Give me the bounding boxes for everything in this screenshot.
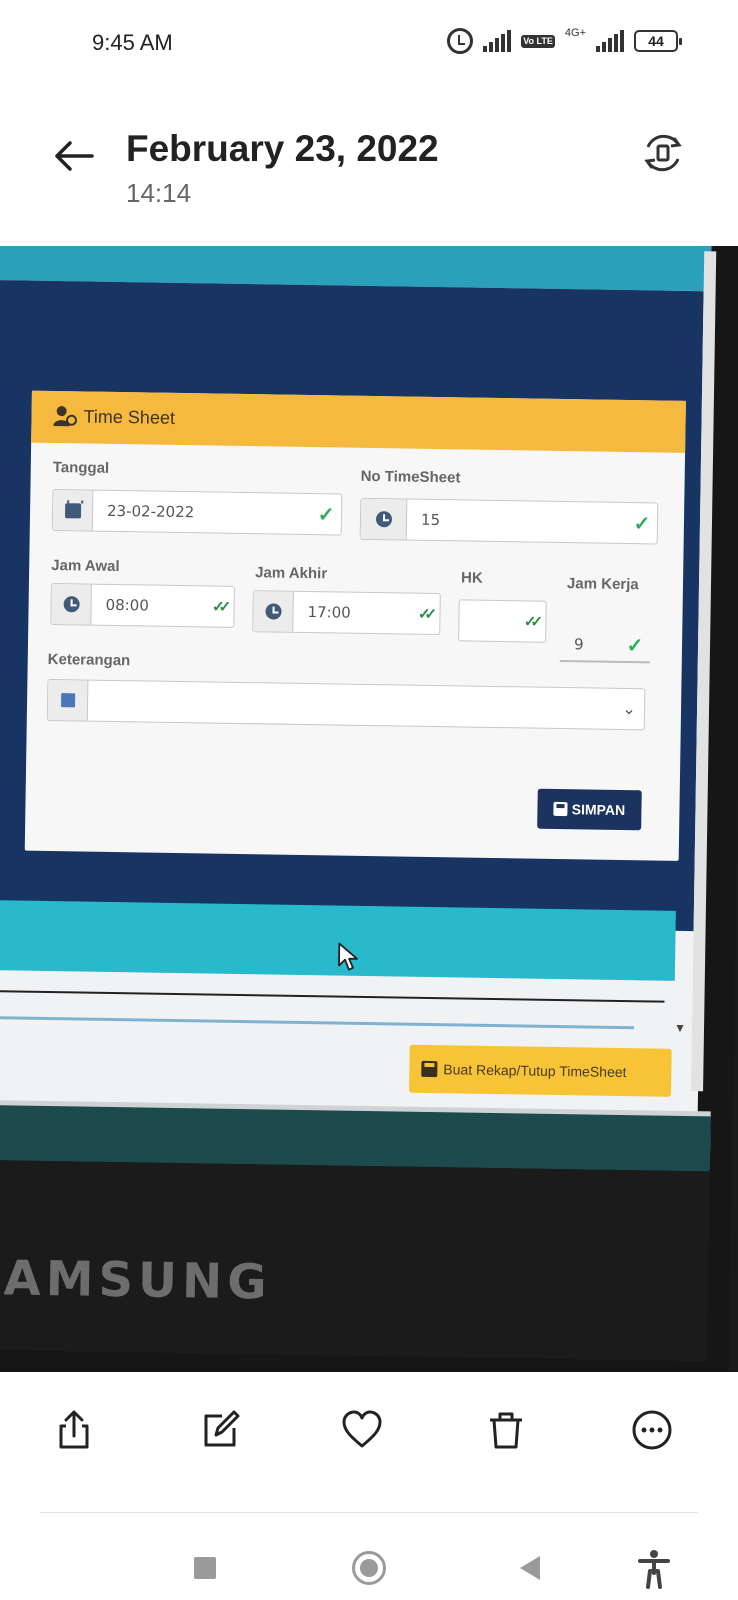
no-timesheet-value: 15: [420, 510, 441, 530]
note-icon: [60, 693, 75, 708]
signal-icon-2: [596, 30, 624, 52]
photo-scene: Time Sheet Tanggal 23-02-2022 ✓ No TimeS…: [0, 246, 738, 1372]
heart-icon[interactable]: [340, 1408, 384, 1452]
calendar-icon: [64, 502, 81, 518]
edit-icon[interactable]: [198, 1408, 242, 1452]
jam-awal-field[interactable]: 08:00 ✓✓: [50, 582, 235, 628]
rotate-icon[interactable]: [640, 130, 686, 176]
check-icon: ✓: [626, 634, 644, 657]
photo-toolbar: [0, 1372, 738, 1482]
double-check-icon: ✓✓: [417, 605, 432, 623]
check-icon: ✓: [317, 503, 335, 526]
battery-icon: 44: [634, 30, 682, 52]
jam-akhir-label: Jam Akhir: [255, 564, 328, 583]
back-icon[interactable]: [520, 1556, 540, 1580]
clock-icon: [62, 596, 80, 613]
back-arrow-icon[interactable]: [52, 138, 96, 174]
volte-badge: Vo LTE: [521, 34, 555, 48]
screen-navy-panel: Time Sheet Tanggal 23-02-2022 ✓ No TimeS…: [0, 279, 704, 932]
floppy-disk-icon: [553, 801, 568, 817]
keterangan-label: Keterangan: [47, 650, 131, 670]
no-timesheet-label: No TimeSheet: [360, 467, 461, 487]
scroll-down-arrow-icon: ▼: [673, 1020, 687, 1036]
jam-kerja-label: Jam Kerja: [566, 575, 639, 594]
simpan-button[interactable]: SIMPAN: [537, 788, 642, 831]
monitor: Time Sheet Tanggal 23-02-2022 ✓ No TimeS…: [0, 246, 738, 1372]
jam-awal-value: 08:00: [105, 595, 149, 615]
jam-kerja-value: 9: [573, 635, 584, 654]
timesheet-card-header: Time Sheet: [31, 390, 686, 453]
keterangan-select[interactable]: ⌄: [46, 678, 646, 731]
tanggal-addon: [52, 490, 94, 531]
clock-icon: [264, 603, 282, 620]
jam-akhir-addon: [253, 591, 294, 632]
alarm-icon: [447, 28, 474, 54]
signal-icon: [483, 30, 512, 52]
status-bar: 9:45 AM Vo LTE 4G+ 44: [0, 0, 738, 84]
double-check-icon: ✓✓: [523, 613, 538, 631]
page-title: February 23, 2022: [126, 128, 439, 169]
hk-label: HK: [460, 569, 483, 587]
check-icon: ✓: [633, 512, 651, 535]
home-icon[interactable]: [352, 1551, 386, 1585]
jam-awal-label: Jam Awal: [51, 556, 120, 576]
monitor-brand-logo: SAMSUNG: [0, 1249, 273, 1311]
simpan-label: SIMPAN: [571, 801, 626, 819]
chevron-down-icon: ⌄: [622, 700, 636, 719]
share-icon[interactable]: [52, 1408, 96, 1452]
keterangan-value: [88, 681, 615, 729]
tanggal-label: Tanggal: [52, 458, 110, 477]
hk-field[interactable]: ✓✓: [458, 599, 547, 643]
tanggal-value: 23-02-2022: [106, 501, 195, 522]
buat-rekap-button[interactable]: Buat Rekap/Tutup TimeSheet: [408, 1044, 672, 1097]
buat-rekap-label: Buat Rekap/Tutup TimeSheet: [443, 1061, 627, 1081]
status-time: 9:45 AM: [92, 30, 173, 55]
recents-icon[interactable]: [194, 1557, 216, 1579]
more-icon[interactable]: [630, 1408, 674, 1452]
no-timesheet-addon: [360, 498, 408, 540]
jam-awal-addon: [51, 583, 92, 625]
photo-header: February 23, 2022 14:14: [0, 110, 738, 220]
card-title: Time Sheet: [83, 406, 176, 428]
jam-akhir-field[interactable]: 17:00 ✓✓: [252, 590, 441, 636]
double-check-icon: ✓✓: [211, 598, 226, 616]
timesheet-card: Time Sheet Tanggal 23-02-2022 ✓ No TimeS…: [24, 390, 686, 861]
system-nav-bar: [0, 1513, 738, 1600]
keterangan-addon: [47, 679, 89, 721]
floppy-disk-icon: [421, 1060, 438, 1078]
no-timesheet-field[interactable]: 15 ✓: [359, 497, 659, 545]
network-type: 4G+: [564, 27, 586, 39]
clock-icon: [375, 511, 392, 528]
tanggal-field[interactable]: 23-02-2022 ✓: [51, 488, 343, 536]
mouse-cursor-icon: [338, 942, 358, 971]
jam-kerja-field[interactable]: 9 ✓: [559, 627, 651, 664]
jam-akhir-value: 17:00: [307, 603, 351, 622]
hk-value: [459, 600, 516, 641]
photo-viewer[interactable]: Time Sheet Tanggal 23-02-2022 ✓ No TimeS…: [0, 246, 738, 1372]
status-icons: Vo LTE 4G+ 44: [447, 27, 682, 54]
trash-icon[interactable]: [484, 1408, 528, 1452]
accessibility-icon[interactable]: [636, 1549, 672, 1589]
page-subtitle: 14:14: [126, 178, 192, 208]
user-clock-icon: [53, 406, 78, 427]
